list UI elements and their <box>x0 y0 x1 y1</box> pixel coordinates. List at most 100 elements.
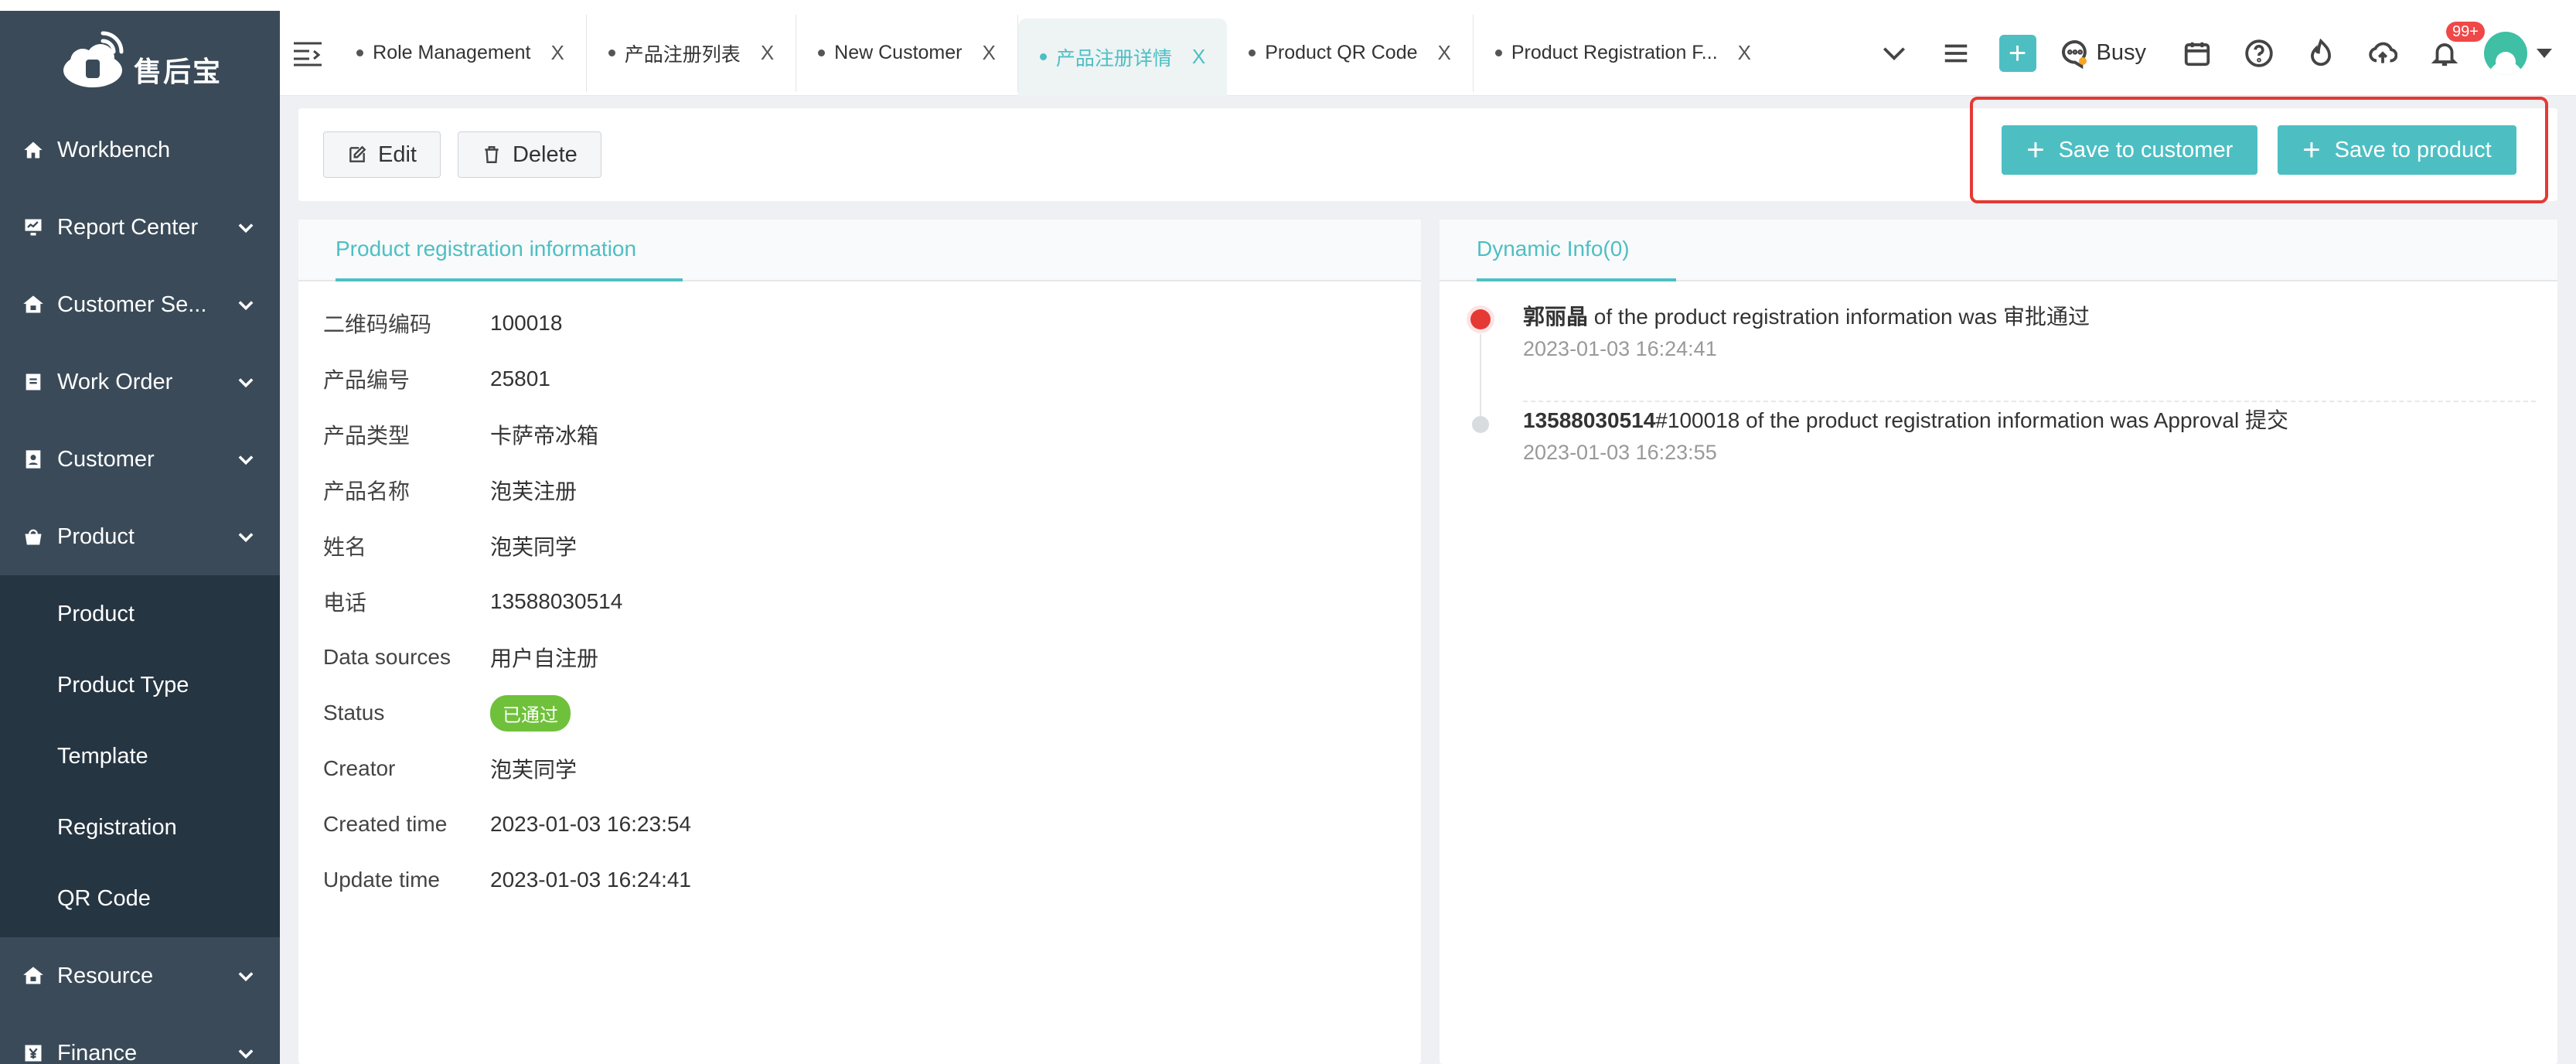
help-button[interactable] <box>2228 11 2290 96</box>
submenu-item-registration[interactable]: Registration <box>0 792 280 863</box>
field-label: 产品类型 <box>323 424 411 448</box>
field-label: 姓名 <box>323 535 367 559</box>
calendar-button[interactable] <box>2166 11 2228 96</box>
info-row: 产品名称 泡芙注册 <box>323 462 1421 518</box>
dynamic-info-panel: Dynamic Info(0) 郭丽晶 of the product regis… <box>1440 220 2557 1064</box>
close-icon[interactable]: X <box>550 41 564 65</box>
tab-product-registration-detail[interactable]: 产品注册详情 X <box>1017 18 1228 96</box>
field-label: 产品名称 <box>323 479 411 503</box>
tab-product-qr-code[interactable]: Product QR Code X <box>1227 14 1474 92</box>
user-menu-button[interactable] <box>2475 11 2561 96</box>
timeline-actor: 郭丽晶 <box>1523 305 1589 329</box>
field-label: 电话 <box>323 591 367 615</box>
save-to-customer-button[interactable]: + Save to customer <box>2002 125 2258 175</box>
tab-dot <box>356 49 364 56</box>
submenu-item-product-type[interactable]: Product Type <box>0 650 280 721</box>
submenu-item-template[interactable]: Template <box>0 721 280 792</box>
panel-tabbar: Dynamic Info(0) <box>1440 220 2557 281</box>
customer-icon <box>22 448 45 471</box>
close-icon[interactable]: X <box>1192 45 1205 69</box>
timeline-time: 2023-01-03 16:23:55 <box>1523 441 1717 464</box>
flame-icon <box>2311 38 2331 66</box>
tabs-dropdown-button[interactable] <box>1863 11 1925 96</box>
field-value: 泡芙注册 <box>490 479 578 503</box>
plus-icon: + <box>2026 133 2045 167</box>
field-label: Created time <box>323 812 448 836</box>
submenu-item-qr-code[interactable]: QR Code <box>0 863 280 934</box>
sidebar-item-label: Product <box>57 523 135 549</box>
timeline-text: of the product registration information … <box>1588 305 2090 329</box>
timeline-item: 13588030514#100018 of the product regist… <box>1458 405 2536 509</box>
finance-icon <box>22 1042 45 1064</box>
tabs-menu-button[interactable] <box>1925 11 1987 96</box>
close-icon[interactable]: X <box>1438 41 1451 65</box>
timeline-time: 2023-01-03 16:24:41 <box>1523 337 1717 360</box>
tab-dot <box>1249 49 1256 56</box>
chat-status-icon <box>2061 39 2087 69</box>
edit-button[interactable]: Edit <box>323 131 441 178</box>
tab-registration-info[interactable]: Product registration information <box>336 220 683 281</box>
sidebar-item-product[interactable]: Product <box>0 498 280 575</box>
tab-label: Product Registration F... <box>1511 42 1718 63</box>
chevron-down-icon <box>235 965 257 987</box>
info-table: 二维码编码 100018 产品编号 25801 产品类型 卡萨帝冰箱 产品名称 泡芙注册… <box>298 281 1421 908</box>
plus-icon: + <box>1998 34 2036 72</box>
tab-dot <box>1494 49 1502 56</box>
logo-text: 售后宝 <box>133 56 222 87</box>
info-row: Data sources 用户自注册 <box>323 629 1421 685</box>
calendar-icon <box>2184 42 2210 66</box>
edit-icon <box>349 145 366 162</box>
timeline-dot <box>1470 309 1491 329</box>
timeline-actor: 13588030514 <box>1523 408 1656 432</box>
field-label: 二维码编码 <box>323 312 432 336</box>
sidebar-item-finance[interactable]: Finance <box>0 1015 280 1064</box>
info-row: Created time 2023-01-03 16:23:54 <box>323 796 1421 852</box>
field-value: 13588030514 <box>490 589 623 613</box>
sidebar-item-customer[interactable]: Customer <box>0 421 280 498</box>
field-value: 100018 <box>490 311 563 335</box>
tab-product-registration-form[interactable]: Product Registration F... X <box>1474 15 1773 92</box>
panel-tabbar: Product registration information <box>298 220 1421 281</box>
tab-dynamic-info[interactable]: Dynamic Info(0) <box>1477 220 1676 281</box>
notification-button[interactable]: 99+ <box>2414 11 2485 96</box>
tab-role-management[interactable]: Role Management X <box>335 14 587 92</box>
sidebar-item-label: Resource <box>57 963 154 988</box>
logo-cloud-icon <box>63 31 124 87</box>
sidebar-item-workbench[interactable]: Workbench <box>0 111 280 189</box>
product-icon <box>22 525 45 548</box>
flame-button[interactable] <box>2290 11 2352 96</box>
sidebar-item-report-center[interactable]: Report Center <box>0 189 280 266</box>
close-icon[interactable]: X <box>982 41 995 65</box>
submenu-item-product[interactable]: Product <box>0 578 280 650</box>
menu-collapse-icon <box>293 42 322 66</box>
sidebar-item-resource[interactable]: Resource <box>0 937 280 1015</box>
delete-button[interactable]: Delete <box>457 131 601 178</box>
top-strip <box>0 0 2576 11</box>
close-icon[interactable]: X <box>1738 41 1751 65</box>
edit-label: Edit <box>378 142 417 167</box>
chevron-down-icon <box>235 526 257 547</box>
sidebar-item-work-order[interactable]: Work Order <box>0 343 280 421</box>
menu-collapse-button[interactable] <box>280 11 335 96</box>
quick-add-button[interactable]: + <box>1987 11 2049 96</box>
chevron-down-icon <box>235 371 257 393</box>
logo[interactable]: 售后宝 <box>0 11 280 111</box>
avatar <box>2484 31 2527 75</box>
tab-product-registration-list[interactable]: 产品注册列表 X <box>587 14 797 92</box>
upload-button[interactable] <box>2352 11 2414 96</box>
save-to-product-button[interactable]: + Save to product <box>2278 125 2516 175</box>
chevron-down-icon <box>235 448 257 470</box>
trash-icon <box>485 146 499 163</box>
status-selector[interactable]: Busy <box>2049 11 2166 96</box>
sidebar-item-label: Finance <box>57 1040 138 1064</box>
info-row: 二维码编码 100018 <box>323 295 1421 351</box>
tab-new-customer[interactable]: New Customer X <box>796 14 1018 92</box>
sidebar-item-customer-service[interactable]: Customer Se... <box>0 266 280 343</box>
bell-icon <box>2431 43 2458 66</box>
field-value: 泡芙同学 <box>490 535 578 559</box>
info-row: Status 已通过 <box>323 685 1421 741</box>
field-value: 泡芙同学 <box>490 758 578 782</box>
info-row: Update time 2023-01-03 16:24:41 <box>323 852 1421 908</box>
topbar: Role Management X 产品注册列表 X New Customer … <box>280 11 2576 96</box>
close-icon[interactable]: X <box>761 41 774 65</box>
